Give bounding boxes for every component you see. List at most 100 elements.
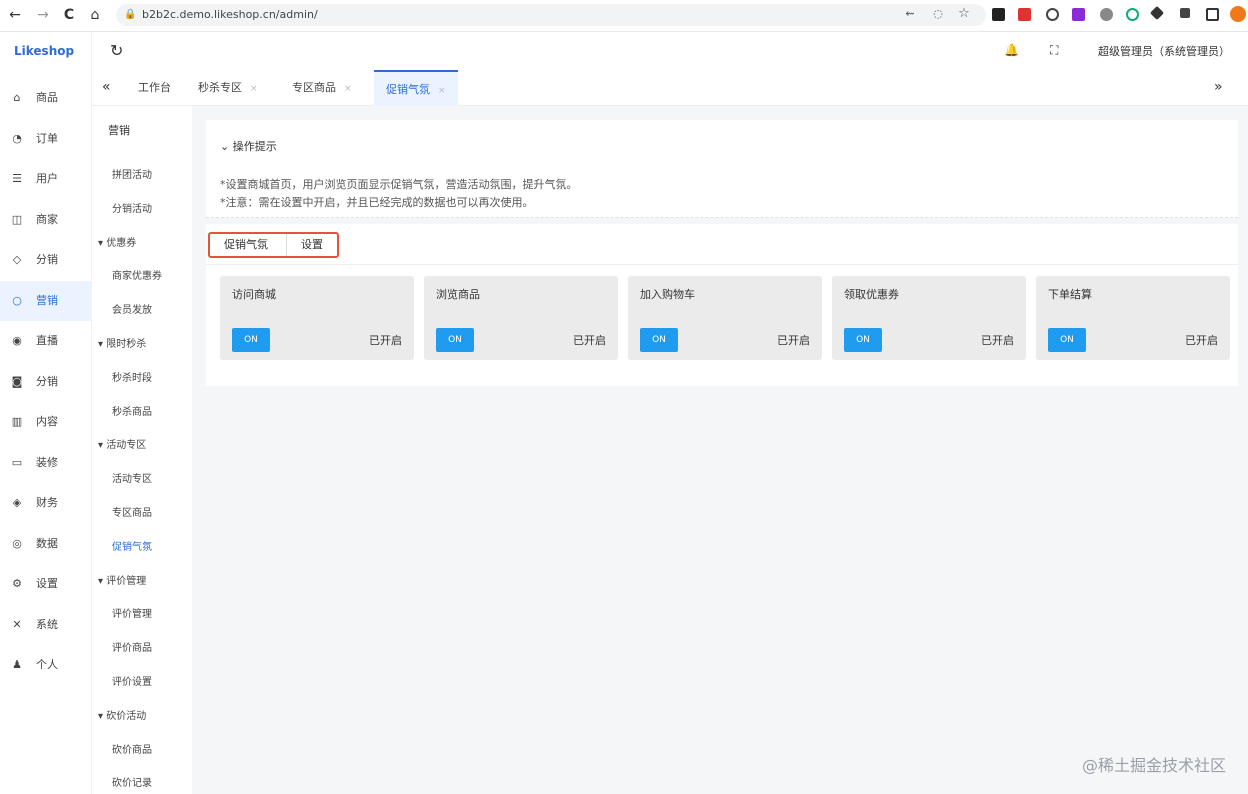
extension-icon[interactable] <box>1018 8 1031 21</box>
main-nav-item[interactable]: ◫ 商家 <box>0 200 92 241</box>
refresh-icon[interactable]: ↻ <box>110 41 123 60</box>
tab-zone-goods[interactable]: 专区商品 × <box>292 70 352 106</box>
tab-label: 秒杀专区 <box>198 81 242 94</box>
tab-close-icon[interactable]: × <box>344 84 352 94</box>
tab-close-icon[interactable]: × <box>250 84 258 94</box>
sub-nav-item[interactable]: 秒杀时段 <box>112 369 152 384</box>
user-icon[interactable]: ◌ <box>930 6 946 22</box>
sub-nav-item[interactable]: 砍价记录 <box>112 774 152 789</box>
card-title: 加入购物车 <box>640 288 695 301</box>
sub-sidebar-title: 营销 <box>108 124 130 137</box>
sub-nav-group[interactable]: ▾ 活动专区 <box>98 436 146 451</box>
sub-nav-item[interactable]: 专区商品 <box>112 504 152 519</box>
sub-nav-item[interactable]: 评价管理 <box>112 605 152 620</box>
main-nav-item[interactable]: ⚙ 设置 <box>0 564 92 605</box>
tab-label: 促销气氛 <box>386 83 430 96</box>
tabs-scroll-left-icon[interactable]: « <box>102 79 111 95</box>
atmosphere-card: 下单结算 ON 已开启 <box>1036 276 1230 360</box>
extension-icon[interactable] <box>1046 8 1059 21</box>
main-nav-item[interactable]: ◈ 财务 <box>0 483 92 524</box>
sub-nav-item[interactable]: 拼团活动 <box>112 166 152 181</box>
main-nav-item[interactable]: ▭ 装修 <box>0 443 92 484</box>
address-bar[interactable]: 🔒 b2b2c.demo.likeshop.cn/admin/ <box>116 4 986 26</box>
main-nav-item[interactable]: ◔ 订单 <box>0 119 92 160</box>
main-nav-label: 直播 <box>36 334 58 348</box>
toggle-switch[interactable]: ON <box>1048 328 1086 352</box>
sidebar-toggle-icon[interactable] <box>1206 8 1219 21</box>
sub-nav-item[interactable]: 评价商品 <box>112 639 152 654</box>
app-header: ↻ 🔔 ⛶ 超级管理员（系统管理员） <box>92 32 1248 70</box>
sub-nav-item[interactable]: 促销气氛 <box>112 538 152 553</box>
sub-nav-item[interactable]: 活动专区 <box>112 470 152 485</box>
toggle-switch[interactable]: ON <box>232 328 270 352</box>
main-nav-item[interactable]: ○ 营销 <box>0 280 92 321</box>
app-logo: Likeshop <box>14 44 75 58</box>
forward-icon[interactable]: → <box>34 6 52 24</box>
sub-nav-group[interactable]: ▾ 砍价活动 <box>98 707 146 722</box>
back-icon[interactable]: ← <box>6 6 24 24</box>
divider <box>206 217 1238 218</box>
tab-label: 专区商品 <box>292 81 336 94</box>
tips-toggle[interactable]: ⌄ 操作提示 <box>220 138 277 154</box>
sub-nav-item[interactable]: 商家优惠券 <box>112 267 162 282</box>
toggle-switch[interactable]: ON <box>844 328 882 352</box>
tab-promo-atmosphere[interactable]: 促销气氛 × <box>374 70 458 106</box>
sub-nav-label: 评价管理 <box>106 575 147 587</box>
translate-icon[interactable]: ⇜ <box>902 6 918 22</box>
bookmark-star-icon[interactable]: ☆ <box>956 6 972 22</box>
main-nav-item[interactable]: ◙ 分销 <box>0 362 92 403</box>
extensions-puzzle-icon[interactable] <box>1180 8 1190 18</box>
extension-icon[interactable] <box>1126 8 1139 21</box>
home-icon[interactable]: ⌂ <box>86 6 104 24</box>
fullscreen-icon[interactable]: ⛶ <box>1050 43 1058 58</box>
sub-nav-item[interactable]: 分销活动 <box>112 200 152 215</box>
extension-icon[interactable] <box>1100 8 1113 21</box>
tab-settings[interactable]: 设置 <box>287 234 337 256</box>
main-nav-item[interactable]: ☰ 用户 <box>0 159 92 200</box>
main-nav-item[interactable]: ⌂ 商品 <box>0 78 92 119</box>
sub-nav-group[interactable]: ▾ 优惠券 <box>98 234 136 249</box>
toggle-switch[interactable]: ON <box>640 328 678 352</box>
atmosphere-card: 领取优惠券 ON 已开启 <box>832 276 1026 360</box>
sub-nav-item[interactable]: 会员发放 <box>112 301 152 316</box>
tab-label: 工作台 <box>138 81 171 94</box>
toggle-switch[interactable]: ON <box>436 328 474 352</box>
sub-nav-group[interactable]: ▾ 限时秒杀 <box>98 335 146 350</box>
sub-nav-group[interactable]: ▾ 评价管理 <box>98 572 146 587</box>
card-title: 下单结算 <box>1048 288 1092 301</box>
nav-icon: ✕ <box>12 617 22 631</box>
main-nav: ⌂ 商品 ◔ 订单 ☰ 用户 ◫ 商家 ◇ 分销 ○ 营销 ◉ 直播 ◙ 分销 ▥ 内容 ▭ 装修 ◈ 财务 ◎ 数据 ⚙ 设置 ✕… <box>0 78 92 686</box>
sub-nav-item[interactable]: 评价设置 <box>112 673 152 688</box>
tab-atmosphere[interactable]: 促销气氛 <box>210 234 287 256</box>
sub-nav-item[interactable]: 秒杀商品 <box>112 403 152 418</box>
tabs-scroll-right-icon[interactable]: » <box>1214 79 1223 95</box>
bell-icon[interactable]: 🔔 <box>1004 43 1019 57</box>
nav-icon: ⌂ <box>13 91 21 105</box>
panel-tabs: 促销气氛 设置 <box>208 232 339 258</box>
main-nav-label: 财务 <box>36 496 58 510</box>
main-nav-label: 个人 <box>36 658 58 672</box>
main-nav-item[interactable]: ✕ 系统 <box>0 605 92 646</box>
chevron-down-icon: ▾ <box>98 575 107 587</box>
extension-icon[interactable] <box>1149 5 1165 21</box>
sub-nav-item[interactable]: 砍价商品 <box>112 741 152 756</box>
main-nav-item[interactable]: ◇ 分销 <box>0 240 92 281</box>
main-nav-label: 商家 <box>36 212 58 226</box>
status-text: 已开启 <box>573 334 606 347</box>
extension-icon[interactable] <box>992 8 1005 21</box>
nav-icon: ○ <box>12 293 22 307</box>
sub-nav-label: 限时秒杀 <box>106 339 147 350</box>
main-nav-item[interactable]: ◉ 直播 <box>0 321 92 362</box>
main-nav-item[interactable]: ▥ 内容 <box>0 402 92 443</box>
tab-workbench[interactable]: 工作台 <box>138 70 171 106</box>
main-nav-label: 分销 <box>36 374 58 388</box>
extension-icon[interactable] <box>1072 8 1085 21</box>
tab-close-icon[interactable]: × <box>438 86 446 96</box>
profile-avatar[interactable] <box>1230 6 1246 22</box>
admin-user-menu[interactable]: 超级管理员（系统管理员） <box>1098 43 1230 59</box>
tip-line: *注意：需在设置中开启，并且已经完成的数据也可以再次使用。 <box>220 196 534 209</box>
tab-seckill-zone[interactable]: 秒杀专区 × <box>198 70 258 106</box>
reload-icon[interactable]: C <box>60 6 78 24</box>
main-nav-item[interactable]: ◎ 数据 <box>0 524 92 565</box>
main-nav-item[interactable]: ♟ 个人 <box>0 645 92 686</box>
